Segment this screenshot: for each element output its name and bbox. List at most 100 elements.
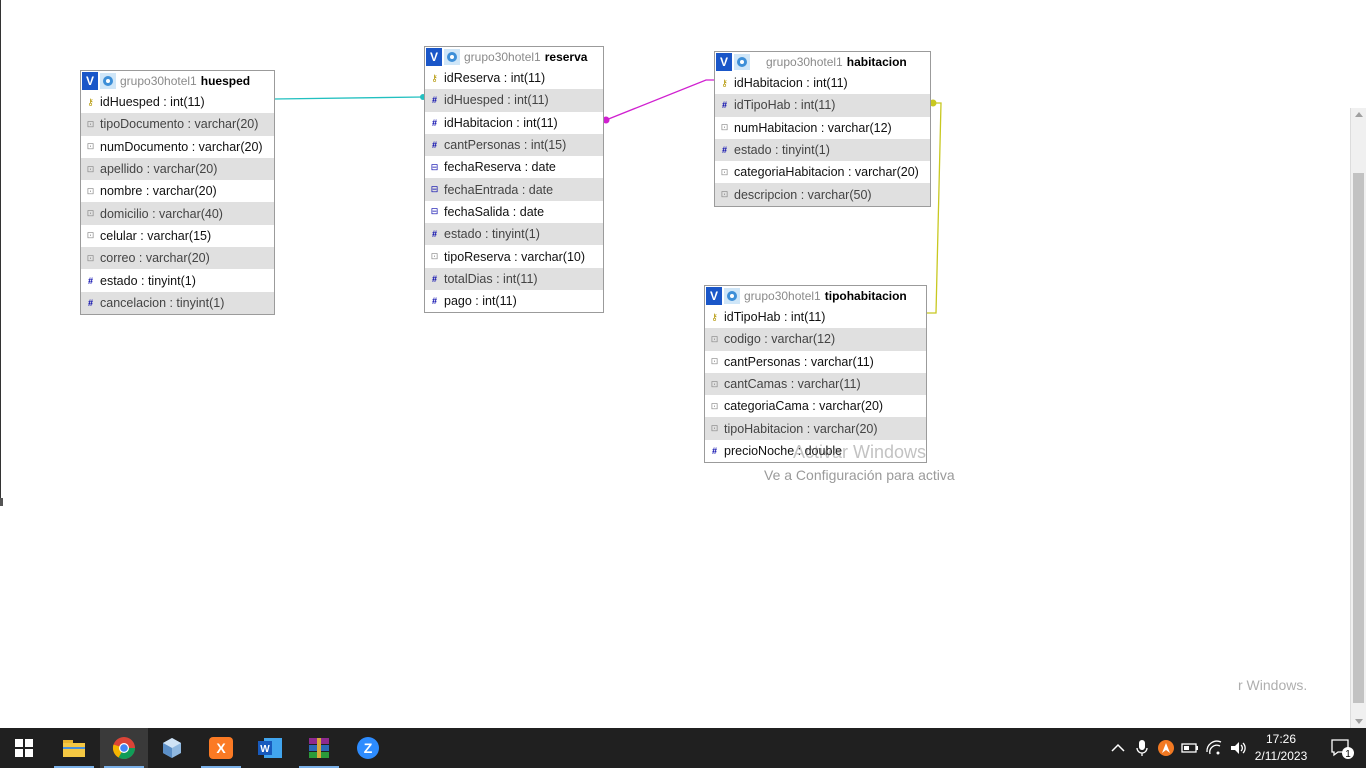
file-explorer-icon: [63, 740, 85, 757]
table-field-row[interactable]: # totalDias : int(11): [425, 267, 603, 290]
field-label: fechaEntrada : date: [444, 182, 554, 197]
gear-icon[interactable]: [734, 54, 750, 70]
table-field-row[interactable]: ⊟ fechaSalida : date: [425, 201, 603, 223]
chrome-icon: [112, 737, 135, 759]
gear-icon[interactable]: [724, 288, 740, 304]
string-icon: ⊡: [86, 252, 95, 263]
table-field-row[interactable]: ⊡ domicilio : varchar(40): [81, 202, 274, 225]
field-label: cantPersonas : varchar(11): [724, 354, 874, 369]
clock-date: 2/11/2023: [1254, 749, 1308, 763]
table-field-row[interactable]: # cancelacion : tinyint(1): [81, 291, 274, 314]
field-label: idHuesped : int(11): [100, 95, 205, 110]
toggle-view-icon[interactable]: V: [706, 287, 722, 305]
taskbar-chrome[interactable]: [100, 728, 148, 768]
svg-text:W: W: [260, 744, 270, 755]
table-field-row[interactable]: ⊡ nombre : varchar(20): [81, 180, 274, 202]
table-habitacion[interactable]: V grupo30hotel1 habitacion ⚷ idHabitacion…: [714, 51, 931, 207]
table-field-row[interactable]: ⊡ tipoHabitacion : varchar(20): [705, 417, 926, 440]
table-name: tipohabitacion: [824, 289, 907, 303]
table-db-name: grupo30hotel1: [464, 50, 541, 64]
table-field-row[interactable]: ⊟ fechaReserva : date: [425, 156, 603, 178]
string-icon: ⊡: [710, 333, 719, 344]
field-label: numHabitacion : varchar(12): [734, 120, 892, 135]
svg-text:Z: Z: [364, 740, 373, 756]
taskbar-word[interactable]: W: [246, 728, 294, 768]
table-field-row[interactable]: ⊡ descripcion : varchar(50): [715, 183, 930, 206]
taskbar-winrar[interactable]: [295, 728, 343, 768]
table-field-row[interactable]: ⊡ apellido : varchar(20): [81, 157, 274, 181]
toggle-view-icon[interactable]: V: [426, 48, 442, 66]
table-field-row[interactable]: ⚷ idTipoHab : int(11): [705, 306, 926, 328]
hash-icon: #: [431, 229, 437, 240]
field-label: tipoReserva : varchar(10): [444, 249, 586, 264]
volume-icon[interactable]: [1228, 738, 1248, 758]
start-button[interactable]: [0, 728, 48, 768]
table-field-row[interactable]: ⊡ categoriaHabitacion : varchar(20): [715, 161, 930, 183]
string-icon: ⊡: [710, 423, 719, 434]
table-huesped[interactable]: V grupo30hotel1 huesped ⚷ idHuesped : int…: [80, 70, 275, 315]
table-field-row[interactable]: # cantPersonas : int(15): [425, 133, 603, 157]
clock[interactable]: 17:26 2/11/2023: [1248, 731, 1314, 765]
avast-icon[interactable]: [1156, 738, 1176, 758]
table-header[interactable]: V grupo30hotel1 reserva: [425, 47, 603, 67]
table-field-row[interactable]: # idHuesped : int(11): [425, 89, 603, 112]
table-header[interactable]: V grupo30hotel1 habitacion: [715, 52, 930, 72]
table-field-row[interactable]: # estado : tinyint(1): [81, 269, 274, 291]
field-label: domicilio : varchar(40): [100, 206, 223, 221]
wifi-icon[interactable]: [1204, 738, 1224, 758]
toggle-view-icon[interactable]: V: [716, 53, 732, 71]
toggle-view-icon[interactable]: V: [82, 72, 98, 90]
taskbar-file-explorer[interactable]: [50, 728, 98, 768]
table-field-row[interactable]: ⊡ tipoDocumento : varchar(20): [81, 113, 274, 136]
field-label: idReserva : int(11): [444, 71, 546, 86]
taskbar-zoom[interactable]: Z: [344, 728, 392, 768]
word-icon: W: [258, 738, 282, 758]
zoom-icon: Z: [357, 737, 379, 759]
resize-handle[interactable]: [0, 498, 3, 506]
table-field-row[interactable]: ⚷ idHuesped : int(11): [81, 91, 274, 113]
table-field-row[interactable]: ⚷ idReserva : int(11): [425, 67, 603, 89]
table-header[interactable]: V grupo30hotel1 huesped: [81, 71, 274, 91]
hash-icon: #: [431, 296, 437, 307]
table-tipohabitacion[interactable]: V grupo30hotel1 tipohabitacion ⚷ idTipoHa…: [704, 285, 927, 464]
taskbar-xampp[interactable]: X: [197, 728, 245, 768]
table-field-row[interactable]: ⊟ fechaEntrada : date: [425, 178, 603, 201]
table-field-row[interactable]: ⊡ celular : varchar(15): [81, 225, 274, 247]
table-field-row[interactable]: # idHabitacion : int(11): [425, 112, 603, 134]
table-field-row[interactable]: ⊡ codigo : varchar(12): [705, 328, 926, 351]
field-label: nombre : varchar(20): [100, 184, 217, 199]
battery-icon[interactable]: [1180, 738, 1200, 758]
scroll-down-icon[interactable]: [1355, 719, 1363, 724]
notifications-button[interactable]: 1: [1318, 728, 1366, 768]
field-label: categoriaCama : varchar(20): [724, 399, 884, 414]
field-label: idHuesped : int(11): [444, 93, 549, 108]
table-field-row[interactable]: ⊡ categoriaCama : varchar(20): [705, 395, 926, 417]
table-header[interactable]: V grupo30hotel1 tipohabitacion: [705, 286, 926, 306]
gear-icon[interactable]: [444, 49, 460, 65]
scroll-up-icon[interactable]: [1355, 112, 1363, 117]
scroll-thumb[interactable]: [1353, 173, 1364, 703]
notification-count: 1: [1345, 749, 1351, 760]
taskbar-virtualbox[interactable]: [148, 728, 196, 768]
table-field-row[interactable]: # estado : tinyint(1): [425, 223, 603, 246]
table-field-row[interactable]: ⚷ idHabitacion : int(11): [715, 72, 930, 94]
table-field-row[interactable]: ⊡ tipoReserva : varchar(10): [425, 245, 603, 267]
vertical-scrollbar[interactable]: [1350, 108, 1366, 728]
table-field-row[interactable]: ⊡ correo : varchar(20): [81, 247, 274, 270]
chevron-up-icon[interactable]: [1108, 738, 1128, 758]
table-field-row[interactable]: # idTipoHab : int(11): [715, 94, 930, 117]
table-name: reserva: [544, 50, 588, 64]
microphone-icon[interactable]: [1132, 738, 1152, 758]
field-label: idHabitacion : int(11): [444, 115, 558, 130]
table-field-row[interactable]: ⊡ numHabitacion : varchar(12): [715, 117, 930, 139]
gear-icon[interactable]: [100, 73, 116, 89]
date-icon: ⊟: [430, 206, 439, 217]
field-label: descripcion : varchar(50): [734, 187, 872, 202]
table-field-row[interactable]: # pago : int(11): [425, 290, 603, 312]
table-field-row[interactable]: ⊡ cantCamas : varchar(11): [705, 372, 926, 396]
field-label: tipoHabitacion : varchar(20): [724, 421, 878, 436]
table-reserva[interactable]: V grupo30hotel1 reserva ⚷ idReserva : int…: [424, 46, 604, 314]
table-field-row[interactable]: ⊡ numDocumento : varchar(20): [81, 136, 274, 158]
table-field-row[interactable]: # estado : tinyint(1): [715, 138, 930, 162]
table-field-row[interactable]: ⊡ cantPersonas : varchar(11): [705, 351, 926, 373]
